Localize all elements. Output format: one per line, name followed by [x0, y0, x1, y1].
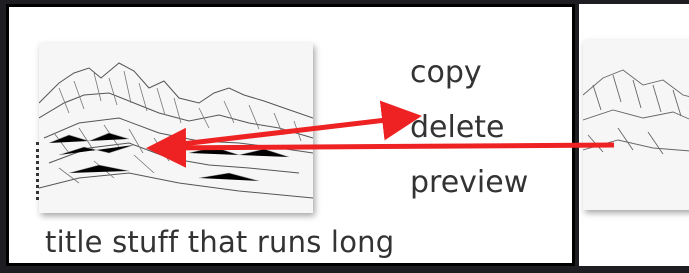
next-mountain-sketch — [582, 40, 689, 210]
menu-item-preview[interactable]: preview — [410, 161, 528, 216]
card-panel: copy delete preview title stuff that run… — [6, 4, 575, 266]
next-card-panel — [579, 4, 689, 266]
thumbnail-image[interactable] — [39, 43, 313, 213]
selection-marker — [36, 142, 39, 200]
menu-item-copy[interactable]: copy — [410, 51, 528, 106]
menu-item-delete[interactable]: delete — [410, 106, 528, 161]
card-caption: title stuff that runs long — [45, 225, 395, 259]
context-menu: copy delete preview — [410, 51, 528, 216]
next-thumbnail-image[interactable] — [582, 40, 689, 210]
mountain-sketch — [39, 43, 313, 213]
